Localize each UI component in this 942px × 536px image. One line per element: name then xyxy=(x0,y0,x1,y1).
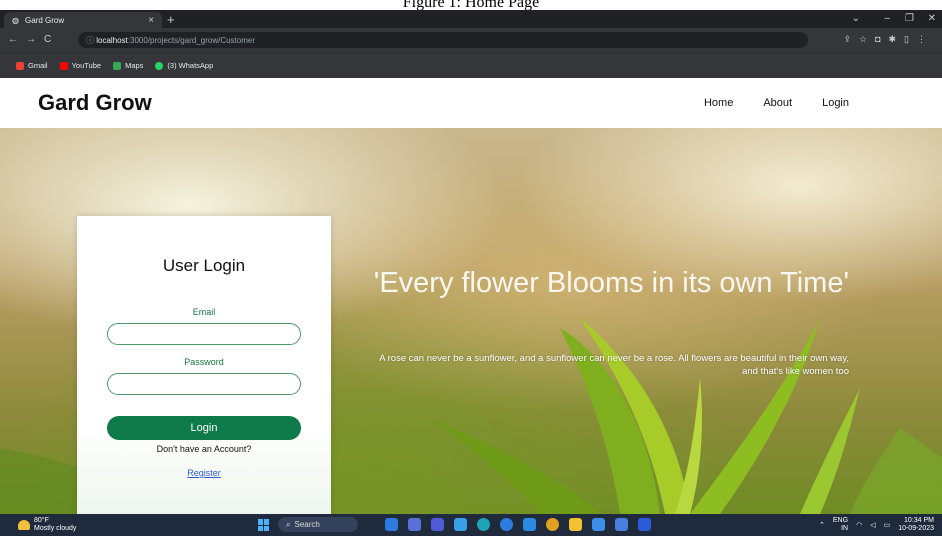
address-bar-row: ←→C ⓘ localhost :3000/projects/gard_grow… xyxy=(0,28,942,52)
register-link[interactable]: Register xyxy=(77,468,331,478)
search-icon: ⌕ xyxy=(286,519,291,529)
folder-icon[interactable] xyxy=(569,518,582,531)
url-path: :3000/projects/gard_grow/Customer xyxy=(127,35,255,45)
site-logo[interactable]: Gard Grow xyxy=(38,90,152,116)
gmail-icon xyxy=(16,61,24,70)
login-card: User Login Email Password Login Don't ha… xyxy=(77,216,331,514)
battery-icon[interactable]: ▭ xyxy=(884,521,891,529)
site-info-icon[interactable]: ⓘ xyxy=(86,35,96,46)
minimize-icon[interactable]: – xyxy=(884,13,890,24)
cloudy-icon xyxy=(18,520,30,530)
hero-banner: 'Every flower Blooms in its own Time' A … xyxy=(0,128,942,514)
browser-tab[interactable]: ◍ Gard Grow × xyxy=(4,12,162,28)
site-nav: Home About Login xyxy=(704,97,849,109)
bookmark-gmail[interactable]: Gmail xyxy=(16,61,48,70)
edge-icon[interactable] xyxy=(477,518,490,531)
weather-widget[interactable]: 80°F Mostly cloudy xyxy=(18,517,76,533)
password-field[interactable] xyxy=(107,373,301,395)
nav-login[interactable]: Login xyxy=(822,97,849,109)
hero-quote: 'Every flower Blooms in its own Time' xyxy=(373,267,849,299)
url-host: localhost xyxy=(96,35,128,45)
bookmarks-bar: Gmail YouTube Maps (3) WhatsApp xyxy=(0,52,942,78)
bookmark-maps[interactable]: Maps xyxy=(113,61,143,70)
system-tray: ⌃ ENG IN ◠ ◁ ▭ 10:34 PM 10-09-2023 xyxy=(819,517,934,533)
vscode-icon[interactable] xyxy=(523,518,536,531)
nav-about[interactable]: About xyxy=(763,97,792,109)
chrome-icon[interactable] xyxy=(546,518,559,531)
login-button[interactable]: Login xyxy=(107,416,301,440)
word-icon[interactable] xyxy=(638,518,651,531)
email-label: Email xyxy=(192,307,216,317)
url-field[interactable]: ⓘ localhost :3000/projects/gard_grow/Cus… xyxy=(78,32,808,48)
temperature: 80°F xyxy=(34,517,49,524)
search-label: Search xyxy=(294,520,320,529)
app-icon[interactable] xyxy=(385,518,398,531)
chevron-up-icon[interactable]: ⌃ xyxy=(819,521,825,529)
maps-icon xyxy=(113,61,122,70)
site-header: Gard Grow Home About Login xyxy=(0,78,942,128)
start-icon[interactable] xyxy=(258,519,270,531)
taskbar: 80°F Mostly cloudy ⌕ Search ⌃ ENG IN ◠ ◁… xyxy=(0,514,942,536)
password-label: Password xyxy=(184,357,224,367)
browser-chrome: ◍ Gard Grow × + ⌄ – ❐ ✕ ←→C ⓘ localhost … xyxy=(0,10,942,78)
app-icon[interactable] xyxy=(615,518,628,531)
bookmark-whatsapp[interactable]: (3) WhatsApp xyxy=(155,61,213,70)
email-field[interactable] xyxy=(107,323,301,345)
close-window-icon[interactable]: ✕ xyxy=(928,13,936,24)
new-tab-button[interactable]: + xyxy=(167,12,175,27)
hero-subtext: A rose can never be a sunflower, and a s… xyxy=(379,353,849,377)
login-title: User Login xyxy=(162,256,246,275)
tab-title: Gard Grow xyxy=(24,15,65,25)
whatsapp-icon xyxy=(155,61,164,70)
app-icon[interactable] xyxy=(454,518,467,531)
wifi-icon[interactable]: ◠ xyxy=(856,521,862,529)
volume-icon[interactable]: ◁ xyxy=(870,521,875,529)
app-icon[interactable] xyxy=(592,518,605,531)
globe-icon: ◍ xyxy=(12,15,19,25)
close-tab-icon[interactable]: × xyxy=(148,15,154,26)
bookmark-youtube[interactable]: YouTube xyxy=(59,61,101,70)
language-indicator[interactable]: ENG IN xyxy=(833,517,848,533)
clock[interactable]: 10:34 PM 10-09-2023 xyxy=(898,517,934,533)
taskbar-apps xyxy=(385,518,651,531)
no-account-text: Don't have an Account? xyxy=(156,444,252,454)
app-icon[interactable] xyxy=(408,518,421,531)
weather-condition: Mostly cloudy xyxy=(34,525,77,532)
nav-buttons[interactable]: ←→C xyxy=(8,34,59,45)
toolbar-icons[interactable]: ⇪☆◘✱▯⋮ xyxy=(843,34,934,45)
app-icon[interactable] xyxy=(500,518,513,531)
tab-search-icon[interactable]: ⌄ xyxy=(852,13,860,24)
taskbar-search[interactable]: ⌕ Search xyxy=(278,517,358,532)
youtube-icon xyxy=(59,61,68,70)
nav-home[interactable]: Home xyxy=(704,97,733,109)
restore-icon[interactable]: ❐ xyxy=(905,13,914,24)
figure-caption: Figure 1: Home Page xyxy=(402,0,540,10)
app-icon[interactable] xyxy=(431,518,444,531)
tab-strip: ◍ Gard Grow × + ⌄ – ❐ ✕ xyxy=(0,10,942,28)
